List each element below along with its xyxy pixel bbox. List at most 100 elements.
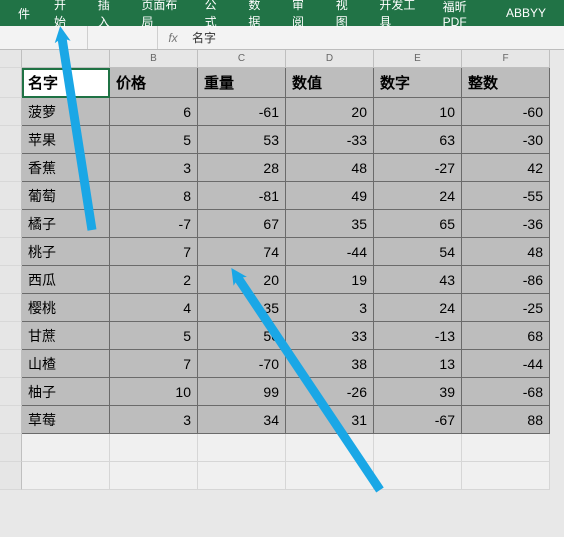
cell-value[interactable]: -44 (286, 238, 374, 266)
row-header[interactable] (0, 406, 22, 434)
row-header[interactable] (0, 126, 22, 154)
cell-value[interactable]: -81 (198, 182, 286, 210)
empty-cell[interactable] (198, 434, 286, 462)
cell-value[interactable]: 88 (462, 406, 550, 434)
cell-value[interactable]: 19 (286, 266, 374, 294)
cell-value[interactable]: 13 (374, 350, 462, 378)
empty-cell[interactable] (198, 462, 286, 490)
cell-value[interactable]: -35 (198, 294, 286, 322)
cell-value[interactable]: 3 (286, 294, 374, 322)
cell-value[interactable]: 99 (198, 378, 286, 406)
cell-value[interactable]: 74 (198, 238, 286, 266)
formula-value[interactable]: 名字 (188, 29, 564, 46)
cell-value[interactable]: 5 (110, 322, 198, 350)
cell-value[interactable]: 63 (374, 126, 462, 154)
row-header[interactable] (0, 266, 22, 294)
select-all-corner[interactable] (0, 50, 22, 68)
row-header[interactable] (0, 434, 22, 462)
ribbon-tab-home[interactable]: 开始 (42, 0, 86, 26)
fx-label[interactable]: fx (158, 31, 188, 45)
cell-value[interactable]: 49 (286, 182, 374, 210)
cell-value[interactable]: -68 (462, 378, 550, 406)
cell-value[interactable]: -67 (374, 406, 462, 434)
empty-cell[interactable] (374, 462, 462, 490)
row-header[interactable] (0, 210, 22, 238)
row-header[interactable] (0, 238, 22, 266)
cell-value[interactable]: 10 (374, 98, 462, 126)
col-header-D[interactable]: D (286, 50, 374, 68)
cell-value[interactable]: 35 (286, 210, 374, 238)
cell-value[interactable]: -30 (462, 126, 550, 154)
cell-value[interactable]: -44 (462, 350, 550, 378)
col-header-F[interactable]: F (462, 50, 550, 68)
col-header-C[interactable]: C (198, 50, 286, 68)
cell-value[interactable]: 39 (374, 378, 462, 406)
cell-name[interactable]: 柚子 (22, 378, 110, 406)
row-header[interactable] (0, 322, 22, 350)
cell-D1[interactable]: 数值 (286, 68, 374, 98)
col-header-A[interactable]: A (22, 50, 110, 68)
cell-name[interactable]: 葡萄 (22, 182, 110, 210)
cell-value[interactable]: 20 (286, 98, 374, 126)
cell-value[interactable]: 34 (198, 406, 286, 434)
cell-value[interactable]: -55 (462, 182, 550, 210)
cell-value[interactable]: -25 (462, 294, 550, 322)
empty-cell[interactable] (462, 462, 550, 490)
cell-E1[interactable]: 数字 (374, 68, 462, 98)
cell-value[interactable]: -33 (286, 126, 374, 154)
cell-value[interactable]: 38 (286, 350, 374, 378)
cell-name[interactable]: 樱桃 (22, 294, 110, 322)
cell-value[interactable]: -7 (110, 210, 198, 238)
cell-value[interactable]: 68 (462, 322, 550, 350)
ribbon-tab-pagelayout[interactable]: 页面布局 (129, 0, 192, 26)
cell-value[interactable]: 42 (462, 154, 550, 182)
cell-value[interactable]: 5 (110, 126, 198, 154)
row-header[interactable] (0, 378, 22, 406)
cell-value[interactable]: -27 (374, 154, 462, 182)
cell-value[interactable]: -26 (286, 378, 374, 406)
row-header[interactable] (0, 182, 22, 210)
cell-value[interactable]: 24 (374, 294, 462, 322)
ribbon-tab-formulas[interactable]: 公式 (193, 0, 237, 26)
cell-value[interactable]: 67 (198, 210, 286, 238)
ribbon-tab-foxitpdf[interactable]: 福昕PDF (431, 0, 494, 26)
cell-name[interactable]: 香蕉 (22, 154, 110, 182)
cell-name[interactable]: 桃子 (22, 238, 110, 266)
cell-F1[interactable]: 整数 (462, 68, 550, 98)
row-header[interactable] (0, 68, 22, 98)
cell-value[interactable]: -61 (198, 98, 286, 126)
row-header[interactable] (0, 462, 22, 490)
empty-cell[interactable] (22, 462, 110, 490)
cell-value[interactable]: 4 (110, 294, 198, 322)
cell-value[interactable]: 50 (198, 322, 286, 350)
cell-name[interactable]: 西瓜 (22, 266, 110, 294)
cell-value[interactable]: 8 (110, 182, 198, 210)
cell-name[interactable]: 草莓 (22, 406, 110, 434)
cell-value[interactable]: 2 (110, 266, 198, 294)
cell-value[interactable]: -70 (198, 350, 286, 378)
cell-name[interactable]: 苹果 (22, 126, 110, 154)
cell-value[interactable]: 7 (110, 350, 198, 378)
cell-value[interactable]: 3 (110, 154, 198, 182)
ribbon-tab-review[interactable]: 审阅 (280, 0, 324, 26)
cell-B1[interactable]: 价格 (110, 68, 198, 98)
cell-value[interactable]: -13 (374, 322, 462, 350)
cell-value[interactable]: 54 (374, 238, 462, 266)
cell-name[interactable]: 甘蔗 (22, 322, 110, 350)
cell-value[interactable]: 31 (286, 406, 374, 434)
cell-value[interactable]: 3 (110, 406, 198, 434)
empty-cell[interactable] (286, 462, 374, 490)
cell-value[interactable]: 48 (462, 238, 550, 266)
cell-C1[interactable]: 重量 (198, 68, 286, 98)
row-header[interactable] (0, 350, 22, 378)
row-header[interactable] (0, 294, 22, 322)
cell-value[interactable]: 6 (110, 98, 198, 126)
cell-value[interactable]: 20 (198, 266, 286, 294)
cell-value[interactable]: 24 (374, 182, 462, 210)
empty-cell[interactable] (286, 434, 374, 462)
ribbon-tab-data[interactable]: 数据 (236, 0, 280, 26)
row-header[interactable] (0, 154, 22, 182)
cell-value[interactable]: 43 (374, 266, 462, 294)
spreadsheet[interactable]: A B C D E F 名字 价格 重量 数值 数字 整数 菠萝6-612010… (0, 50, 564, 490)
cell-name[interactable]: 菠萝 (22, 98, 110, 126)
